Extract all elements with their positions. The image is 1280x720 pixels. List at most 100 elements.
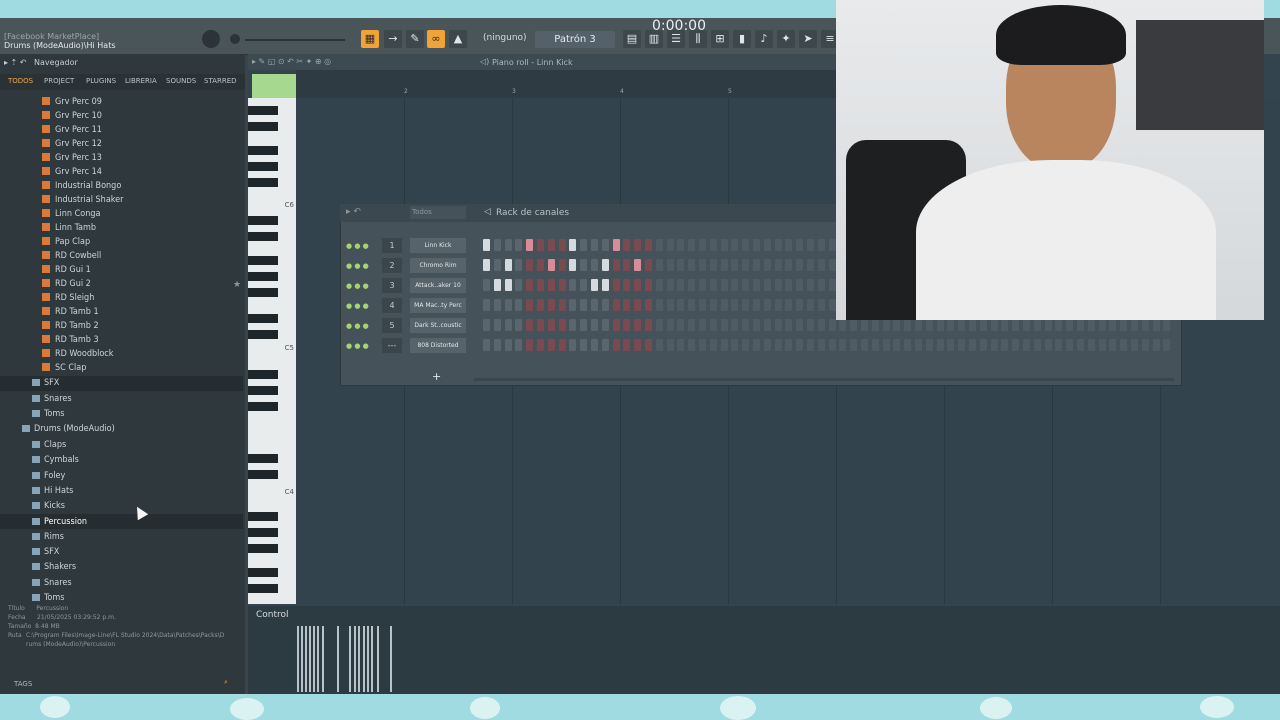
piano-roll-ruler[interactable]: 2 3 4 5 [296,70,836,98]
velocity-bar[interactable] [358,626,360,692]
channel-number[interactable]: 2 [382,258,402,273]
step-button[interactable] [569,279,577,291]
step-button[interactable] [731,259,739,271]
pencil-icon[interactable]: ✎ [406,30,424,48]
step-button[interactable] [483,319,490,331]
step-button[interactable] [493,319,501,331]
step-button[interactable] [580,239,588,251]
step-button[interactable] [569,319,577,331]
step-button[interactable] [483,299,490,311]
step-button[interactable] [1077,339,1084,351]
step-button[interactable] [893,339,901,351]
link-icon[interactable]: ∞ [427,30,445,48]
step-button[interactable] [796,339,804,351]
step-button[interactable] [785,239,793,251]
tab-todos[interactable]: TODOS [8,77,33,85]
file-item[interactable]: RD Tamb 3 [42,335,99,345]
step-button[interactable] [699,239,706,251]
step-button[interactable] [515,259,523,271]
step-button[interactable] [580,319,588,331]
channel-number[interactable]: 5 [382,318,402,333]
tab-project[interactable]: PROJECT [44,77,74,85]
browser-arrows-icon[interactable]: ▸ ⇡ ↶ [4,58,27,67]
step-button[interactable] [1152,319,1160,331]
file-item[interactable]: Pap Clap [42,237,90,247]
step-button[interactable] [645,339,652,351]
step-button[interactable] [763,339,771,351]
step-button[interactable] [958,339,966,351]
folder-item[interactable]: Cymbals [32,455,79,465]
step-button[interactable] [1055,339,1063,351]
step-button[interactable] [601,339,609,351]
step-button[interactable] [936,319,944,331]
step-button[interactable] [688,259,696,271]
step-button[interactable] [655,339,663,351]
step-button[interactable] [526,299,534,311]
step-button[interactable] [731,339,739,351]
channel-rack-icon[interactable]: ▥ [645,30,663,48]
step-button[interactable] [720,319,728,331]
step-button[interactable] [785,299,793,311]
file-item[interactable]: Grv Perc 11 [42,125,102,135]
channel-controls[interactable]: ● ● ● [346,302,376,310]
step-button[interactable] [753,279,760,291]
step-button[interactable] [904,339,912,351]
velocity-bar[interactable] [354,626,356,692]
folder-item[interactable]: Hi Hats [32,486,73,496]
step-button[interactable] [785,259,793,271]
step-button[interactable] [623,259,631,271]
step-button[interactable] [774,259,782,271]
step-button[interactable] [677,259,685,271]
file-item[interactable]: Grv Perc 10 [42,111,102,121]
channel-number[interactable]: --- [382,338,402,353]
channel-controls[interactable]: ● ● ● [346,342,376,350]
step-button[interactable] [591,279,598,291]
step-button[interactable] [645,239,652,251]
step-button[interactable] [537,279,544,291]
step-button[interactable] [645,299,652,311]
velocity-bar[interactable] [317,626,319,692]
file-item[interactable]: Industrial Bongo [42,181,121,191]
step-button[interactable] [763,239,771,251]
step-button[interactable] [623,299,631,311]
step-button[interactable] [1077,319,1084,331]
step-button[interactable] [796,239,804,251]
step-button[interactable] [580,279,588,291]
step-button[interactable] [645,319,652,331]
step-button[interactable] [742,279,750,291]
step-button[interactable] [720,279,728,291]
speaker-icon[interactable]: ◁) [480,57,489,66]
folder-item[interactable]: SFX [32,547,59,557]
step-button[interactable] [569,259,577,271]
step-button[interactable] [493,259,501,271]
step-button[interactable] [558,279,566,291]
step-button[interactable] [807,319,814,331]
plugin-icon[interactable]: ▮ [733,30,751,48]
step-button[interactable] [601,259,609,271]
step-button[interactable] [1152,339,1160,351]
step-button[interactable] [580,339,588,351]
channel-name-button[interactable]: Linn Kick [410,238,466,253]
file-item[interactable]: RD Gui 1 [42,265,91,275]
pattern-selector[interactable]: Patrón 3 [535,31,615,48]
step-button[interactable] [547,279,555,291]
step-button[interactable] [742,239,750,251]
step-button[interactable] [515,299,523,311]
step-button[interactable] [601,319,609,331]
step-button[interactable] [569,239,577,251]
channel-name-button[interactable]: Dark St..coustic [410,318,466,333]
step-button[interactable] [720,299,728,311]
step-button[interactable] [979,339,987,351]
step-button[interactable] [893,319,901,331]
step-button[interactable] [537,299,544,311]
step-button[interactable] [731,319,739,331]
velocity-bar[interactable] [305,626,307,692]
step-button[interactable] [483,239,490,251]
step-button[interactable] [526,279,534,291]
step-button[interactable] [882,339,890,351]
step-button[interactable] [1109,339,1117,351]
piano-keys[interactable]: C6 C5 C4 [248,98,296,604]
rack-menu-icon[interactable]: ▸ ↶ [346,207,361,217]
step-button[interactable] [1055,319,1063,331]
step-button[interactable] [817,299,825,311]
